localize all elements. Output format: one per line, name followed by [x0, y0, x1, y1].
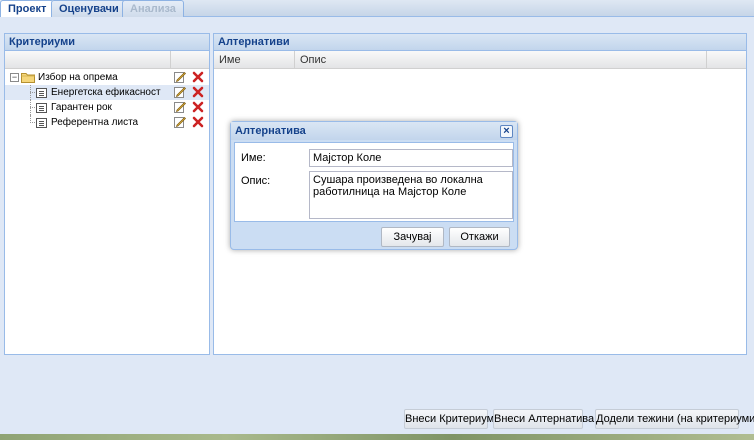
tree-row-root[interactable]: − Избор на опрема: [5, 70, 209, 85]
cancel-button[interactable]: Откажи: [449, 227, 510, 247]
edit-icon[interactable]: [174, 101, 186, 113]
delete-icon[interactable]: [192, 86, 204, 98]
alternatives-grid-header: Име Опис: [214, 51, 746, 69]
description-label: Опис:: [241, 175, 271, 187]
name-input[interactable]: [309, 149, 513, 167]
tree-row-child[interactable]: Референтна листа: [5, 115, 209, 130]
tree-label-child: Енергетска ефикасност: [51, 87, 161, 98]
collapse-icon[interactable]: −: [10, 73, 19, 82]
criterion-icon: [36, 88, 47, 98]
tree-row-child[interactable]: Гарантен рок: [5, 100, 209, 115]
add-criterion-button[interactable]: Внеси Критериум: [404, 409, 494, 429]
column-header-description[interactable]: Опис: [295, 51, 707, 69]
tab-evaluators[interactable]: Оценувачи: [51, 0, 127, 17]
delete-icon[interactable]: [192, 116, 204, 128]
column-header-extra[interactable]: [707, 51, 746, 69]
tree-label-child: Референтна листа: [51, 117, 139, 128]
dialog-title: Алтернатива: [231, 122, 517, 140]
criteria-panel: Критериуми − Избор на опрема Енергетска …: [4, 33, 210, 355]
edit-icon[interactable]: [174, 71, 186, 83]
delete-icon[interactable]: [192, 101, 204, 113]
dialog-form: Име: Опис: Сушара произведена во локална…: [234, 142, 514, 222]
criteria-col-name[interactable]: [5, 51, 171, 69]
criteria-tree: − Избор на опрема Енергетска ефикасност …: [5, 69, 209, 130]
tab-strip: Проект Оценувачи Анализа: [0, 0, 754, 18]
column-header-name[interactable]: Име: [214, 51, 295, 69]
tree-label-child: Гарантен рок: [51, 102, 112, 113]
tab-analysis[interactable]: Анализа: [122, 0, 184, 17]
criteria-panel-title: Критериуми: [5, 34, 209, 51]
alternatives-panel-title: Алтернативи: [214, 34, 746, 51]
name-label: Име:: [241, 152, 266, 164]
tab-project[interactable]: Проект: [0, 0, 55, 18]
save-button[interactable]: Зачувај: [381, 227, 444, 247]
add-alternative-button[interactable]: Внеси Алтернатива: [493, 409, 594, 429]
tree-row-child[interactable]: Енергетска ефикасност: [5, 85, 209, 100]
tree-label-root: Избор на опрема: [38, 72, 118, 83]
edit-icon[interactable]: [174, 116, 186, 128]
assign-weights-button[interactable]: Додели тежини (на критериуми): [595, 409, 754, 429]
criterion-icon: [36, 103, 47, 113]
criteria-col-actions[interactable]: [171, 51, 209, 69]
alternative-dialog: Алтернатива × Име: Опис: Сушара произвед…: [230, 121, 518, 250]
delete-icon[interactable]: [192, 71, 204, 83]
edit-icon[interactable]: [174, 86, 186, 98]
background-strip: [0, 434, 754, 440]
criteria-grid-header: [5, 51, 209, 69]
description-textarea[interactable]: Сушара произведена во локална работилниц…: [309, 171, 513, 219]
close-icon[interactable]: ×: [500, 125, 513, 138]
folder-icon: [21, 73, 35, 83]
criterion-icon: [36, 118, 47, 128]
